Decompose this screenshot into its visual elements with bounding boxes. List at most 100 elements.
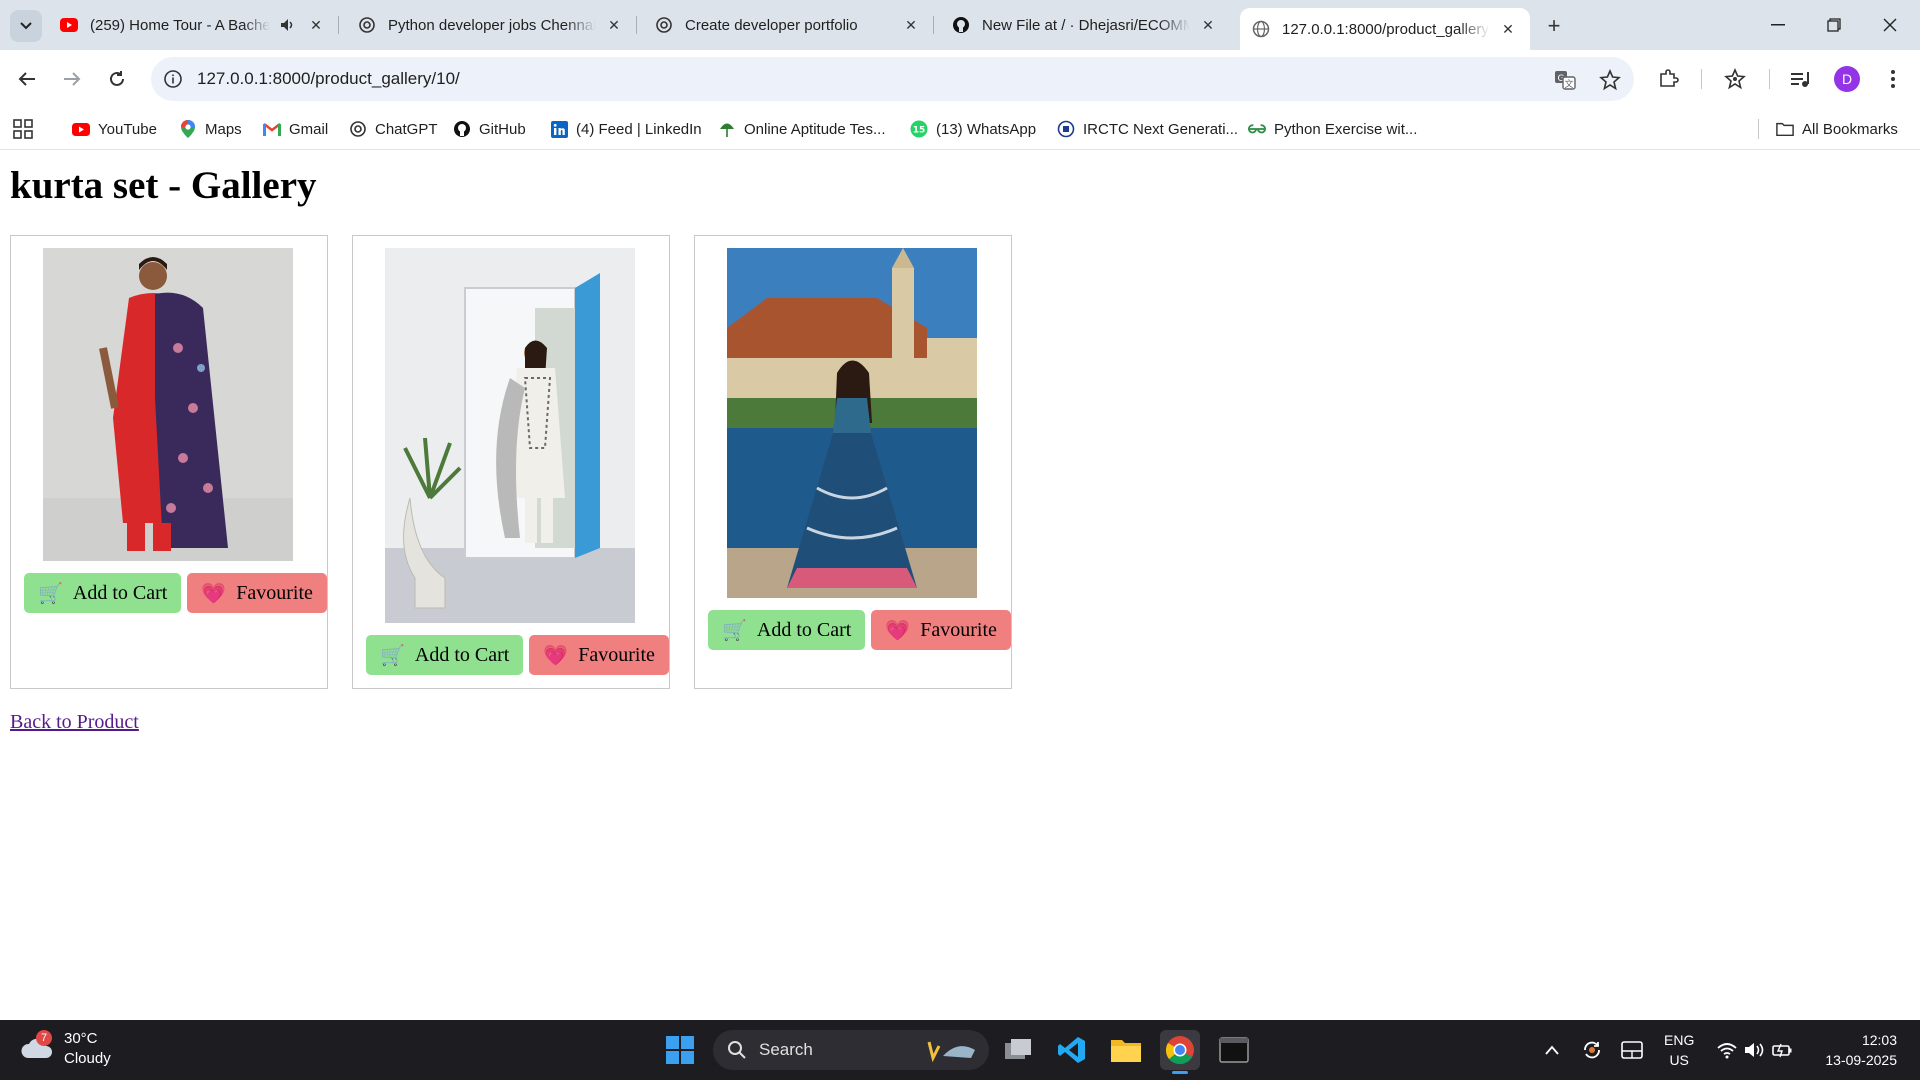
favourite-button[interactable]: 💗 Favourite xyxy=(187,573,327,613)
chevron-down-icon xyxy=(20,22,32,30)
bookmark-youtube[interactable]: YouTube xyxy=(72,117,157,141)
more-menu-icon[interactable] xyxy=(1880,66,1906,92)
github-icon xyxy=(952,16,970,34)
gmail-icon xyxy=(263,120,281,138)
bookmark-gmail[interactable]: Gmail xyxy=(263,117,328,141)
bookmark-linkedin[interactable]: (4) Feed | LinkedIn xyxy=(550,117,702,141)
favourite-button[interactable]: 💗 Favourite xyxy=(871,610,1011,650)
all-bookmarks-button[interactable]: All Bookmarks xyxy=(1776,117,1898,141)
bookmark-github[interactable]: GitHub xyxy=(453,117,526,141)
page-title: kurta set - Gallery xyxy=(10,164,317,207)
speaker-icon[interactable] xyxy=(278,15,298,35)
terminal-button[interactable] xyxy=(1214,1030,1254,1070)
bookmark-whatsapp[interactable]: 15 (13) WhatsApp xyxy=(910,117,1036,141)
windows-icon xyxy=(666,1036,694,1064)
taskbar-clock[interactable]: 12:03 13-09-2025 xyxy=(1815,1030,1897,1070)
url-text: 127.0.0.1:8000/product_gallery/10/ xyxy=(197,69,460,88)
tab-portfolio[interactable]: Create developer portfolio ✕ xyxy=(643,8,934,42)
weather-widget[interactable]: 7 30°C Cloudy xyxy=(20,1029,111,1069)
tab-github[interactable]: New File at / · Dhejasri/ECOMM ✕ xyxy=(940,8,1230,42)
back-to-product-link[interactable]: Back to Product xyxy=(10,711,139,734)
favourite-label: Favourite xyxy=(236,581,313,604)
battery-icon[interactable] xyxy=(1769,1036,1797,1064)
cart-icon: 🛒 xyxy=(722,619,747,642)
new-tab-button[interactable]: + xyxy=(1540,12,1568,40)
close-icon[interactable]: ✕ xyxy=(306,15,326,35)
tab-youtube[interactable]: (259) Home Tour - A Bachel ✕ xyxy=(48,8,339,42)
minimize-button[interactable] xyxy=(1750,8,1806,42)
bookmark-aptitude[interactable]: Online Aptitude Tes... xyxy=(718,117,885,141)
bookmark-label: Python Exercise wit... xyxy=(1274,120,1418,138)
sync-icon[interactable] xyxy=(1578,1036,1606,1064)
bookmark-star-icon[interactable] xyxy=(1722,66,1748,92)
forward-button[interactable] xyxy=(56,63,88,95)
bookmark-label: ChatGPT xyxy=(375,120,438,138)
product-actions: 🛒 Add to Cart 💗 Favourite xyxy=(366,635,669,675)
close-window-button[interactable] xyxy=(1862,8,1918,42)
bookmarks-bar: YouTube Maps Gmail ChatGPT GitHub (4) Fe… xyxy=(0,108,1920,150)
gfg-icon xyxy=(1248,120,1266,138)
chatgpt-icon xyxy=(655,16,673,34)
browser-toolbar: 127.0.0.1:8000/product_gallery/10/ G文 D xyxy=(0,50,1920,108)
close-icon[interactable]: ✕ xyxy=(1498,19,1518,39)
arrow-right-icon xyxy=(64,72,81,86)
product-actions: 🛒 Add to Cart 💗 Favourite xyxy=(708,610,1011,650)
tab-python-jobs[interactable]: Python developer jobs Chennai ✕ xyxy=(346,8,637,42)
media-controls-icon[interactable] xyxy=(1787,66,1813,92)
reload-button[interactable] xyxy=(101,63,133,95)
address-bar[interactable]: 127.0.0.1:8000/product_gallery/10/ G文 xyxy=(151,57,1634,101)
start-button[interactable] xyxy=(660,1030,700,1070)
add-to-cart-label: Add to Cart xyxy=(414,643,510,666)
translate-icon[interactable]: G文 xyxy=(1553,68,1577,92)
tab-product-gallery[interactable]: 127.0.0.1:8000/product_gallery/ ✕ xyxy=(1240,8,1530,50)
bookmark-irctc[interactable]: IRCTC Next Generati... xyxy=(1057,117,1238,141)
weather-temp: 30°C xyxy=(64,1030,98,1047)
tab-separator xyxy=(338,16,339,34)
info-icon[interactable] xyxy=(163,69,183,89)
heart-icon: 💗 xyxy=(201,582,227,605)
add-to-cart-button[interactable]: 🛒 Add to Cart xyxy=(366,635,524,675)
add-to-cart-button[interactable]: 🛒 Add to Cart xyxy=(24,573,182,613)
product-image xyxy=(43,248,293,561)
irctc-icon xyxy=(1057,120,1075,138)
file-explorer-button[interactable] xyxy=(1106,1030,1146,1070)
volume-icon[interactable] xyxy=(1741,1036,1769,1064)
bookmark-maps[interactable]: Maps xyxy=(179,117,242,141)
chevron-up-icon[interactable] xyxy=(1538,1036,1566,1064)
profile-avatar[interactable]: D xyxy=(1834,66,1860,92)
tab-search-button[interactable] xyxy=(10,10,42,42)
bookmark-gfg[interactable]: Python Exercise wit... xyxy=(1248,117,1417,141)
restore-button[interactable] xyxy=(1806,8,1862,42)
toolbar-divider xyxy=(1769,69,1770,89)
close-icon[interactable]: ✕ xyxy=(1198,15,1218,35)
page-content: kurta set - Gallery 🛒 Add to Cart 💗 Favo… xyxy=(0,151,1920,1019)
language-indicator[interactable]: ENG US xyxy=(1664,1030,1694,1070)
clock-date: 13-09-2025 xyxy=(1825,1052,1897,1068)
apps-grid-icon xyxy=(13,119,33,139)
taskbar-search[interactable]: Search xyxy=(713,1030,989,1070)
folder-icon xyxy=(1111,1040,1141,1062)
tab-strip: (259) Home Tour - A Bachel ✕ Python deve… xyxy=(0,0,1920,50)
vscode-button[interactable] xyxy=(1052,1030,1092,1070)
star-icon[interactable] xyxy=(1598,68,1622,92)
back-button[interactable] xyxy=(11,63,43,95)
aptitude-icon xyxy=(718,120,736,138)
bookmark-chatgpt[interactable]: ChatGPT xyxy=(349,117,438,141)
close-icon[interactable]: ✕ xyxy=(604,15,624,35)
keyboard-layout-icon[interactable] xyxy=(1618,1036,1646,1064)
wifi-icon[interactable] xyxy=(1713,1036,1741,1064)
favourite-button[interactable]: 💗 Favourite xyxy=(529,635,669,675)
task-view-button[interactable] xyxy=(998,1030,1038,1070)
bookmark-label: (13) WhatsApp xyxy=(936,120,1037,138)
close-icon[interactable]: ✕ xyxy=(901,15,921,35)
add-to-cart-button[interactable]: 🛒 Add to Cart xyxy=(708,610,866,650)
all-bookmarks-label: All Bookmarks xyxy=(1802,120,1898,138)
extensions-icon[interactable] xyxy=(1655,66,1681,92)
apps-grid-button[interactable] xyxy=(13,117,33,141)
weather-condition: Cloudy xyxy=(64,1050,111,1067)
product-card: 🛒 Add to Cart 💗 Favourite xyxy=(10,235,328,689)
bookmark-label: Online Aptitude Tes... xyxy=(744,120,886,138)
product-image xyxy=(727,248,977,598)
chrome-button[interactable] xyxy=(1160,1030,1200,1074)
favourite-label: Favourite xyxy=(578,643,655,666)
